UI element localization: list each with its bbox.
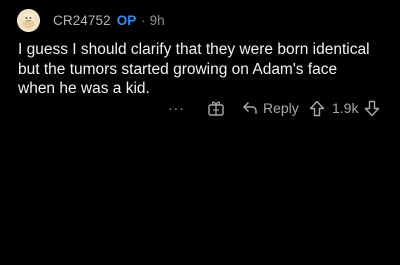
award-gift-icon[interactable] (207, 99, 225, 117)
comment-action-bar: ··· Reply 1.9k (0, 97, 400, 119)
reply-label: Reply (263, 100, 299, 116)
reply-button[interactable]: Reply (242, 97, 299, 119)
avatar[interactable] (17, 8, 40, 32)
more-options-button[interactable]: ··· (168, 97, 185, 119)
downvote-arrow-icon[interactable] (364, 100, 380, 117)
meta-separator: · (141, 12, 146, 28)
reply-arrow-icon (243, 102, 257, 114)
comment-body-line: when he was a kid. (18, 80, 150, 97)
vote-control: 1.9k (309, 97, 380, 119)
comment-age: 9h (149, 12, 165, 28)
upvote-arrow-icon[interactable] (309, 100, 325, 117)
comment-body-line: I guess I should clarify that they were … (18, 41, 370, 58)
vote-count: 1.9k (332, 100, 359, 116)
comment-author[interactable]: CR24752 (53, 13, 111, 28)
comment-body-line: but the tumors started growing on Adam's… (18, 60, 338, 78)
snoo-avatar-icon (17, 8, 40, 32)
op-badge: OP (116, 12, 137, 28)
comment-header: CR24752 OP · 9h (17, 8, 165, 32)
comment-card: CR24752 OP · 9h I guess I should clarify… (0, 0, 400, 265)
comment-body: I guess I should clarify that they were … (18, 40, 393, 99)
